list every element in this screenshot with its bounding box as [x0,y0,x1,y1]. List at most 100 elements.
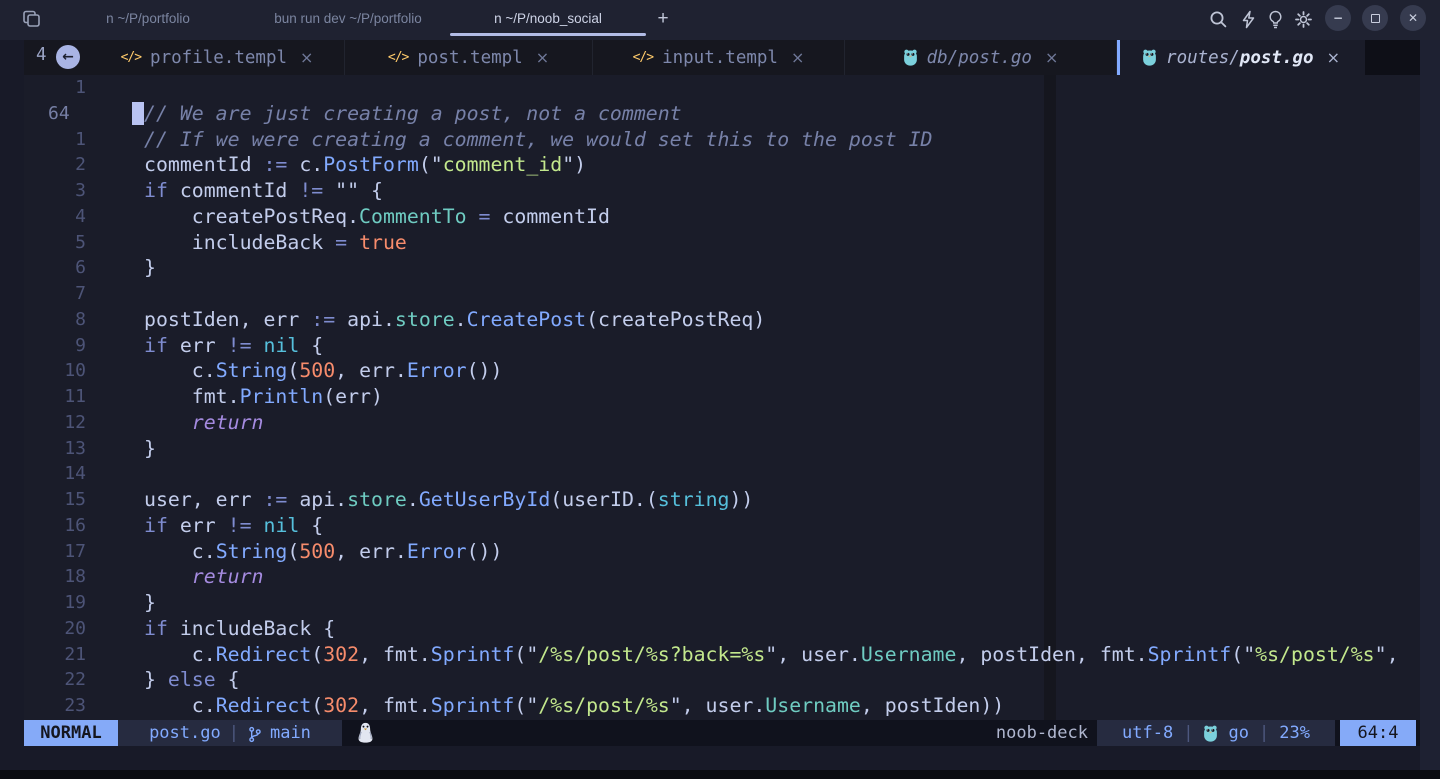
code-line[interactable]: 64// We are just creating a post, not a … [24,101,1420,127]
code-token: c. [144,540,216,563]
code-line[interactable]: 10 c.String(500, err.Error()) [24,358,1420,384]
code-token: Sprintf [431,643,515,666]
gear-icon[interactable] [1293,9,1314,30]
back-button[interactable]: ← [56,45,80,69]
buffer-tab[interactable]: </>input.templ× [593,40,845,75]
line-number: 6 [24,255,86,281]
code-token: CommentTo [359,205,467,228]
buffer-count: 4 [36,45,47,65]
code-token: { [299,514,323,537]
line-number: 15 [24,487,86,513]
code-line[interactable]: 17 c.String(500, err.Error()) [24,539,1420,565]
maximize-icon[interactable] [1362,5,1388,31]
buffer-tab-label: profile.templ [150,48,287,68]
bufferline-filler [1365,40,1420,75]
code-line[interactable]: 18 return [24,564,1420,590]
code-token: %s/post/%s [1255,643,1374,666]
code-line[interactable]: 22} else { [24,667,1420,693]
terminal-tab[interactable]: n ~/P/portfolio [48,0,248,36]
code-token: GetUserById [419,488,550,511]
close-buffer-icon[interactable]: × [791,48,804,67]
code-token: c. [287,153,323,176]
code-line[interactable]: 23 c.Redirect(302, fmt.Sprintf("/%s/post… [24,693,1420,719]
code-line[interactable]: 7 [24,281,1420,307]
code-token: if [144,179,168,202]
line-number: 12 [24,410,86,436]
buffer-tab-label: post.go [1240,48,1314,68]
code-token: string [658,488,730,511]
minimize-icon[interactable]: − [1325,5,1351,31]
code-line[interactable]: 20if includeBack { [24,616,1420,642]
file-name[interactable]: post.go [149,723,221,743]
file-segment: post.go | main [118,720,342,746]
search-icon[interactable] [1208,9,1229,30]
session-name: noob-deck [996,720,1088,746]
segment-separator: | [1183,723,1193,743]
git-branch-icon [247,726,262,743]
code-token: , postIden)) [861,694,1004,717]
code-token: CreatePost [467,308,586,331]
new-tab-button[interactable]: + [648,6,678,32]
code-line[interactable]: 15user, err := api.store.GetUserById(use… [24,487,1420,513]
code-token: String [216,359,288,382]
terminal-tab-label: bun run dev ~/P/portfolio [274,11,421,26]
code-token: := [311,308,335,331]
code-token: return [192,411,264,434]
code-token: } [144,437,156,460]
templ-icon: </> [388,50,408,65]
line-number: 22 [24,667,86,693]
code-line[interactable]: 3if commentId != "" { [24,178,1420,204]
cursor-position: 64:4 [1340,720,1416,746]
editor: 164// We are just creating a post, not a… [24,75,1420,720]
code-line[interactable]: 2commentId := c.PostForm("comment_id") [24,152,1420,178]
buffer-tab[interactable]: routes/post.go× [1117,40,1365,75]
block-cursor [132,102,144,125]
code-line[interactable]: 1// If we were creating a comment, we wo… [24,127,1420,153]
git-branch-name[interactable]: main [270,723,311,743]
segment-separator: | [1259,723,1269,743]
terminal-tab-label: n ~/P/noob_social [494,11,602,26]
linux-penguin-icon [356,722,375,743]
lightbulb-icon[interactable] [1265,9,1286,30]
code-token: , postIden, fmt. [956,643,1147,666]
code-line[interactable]: 11 fmt.Println(err) [24,384,1420,410]
code-line[interactable]: 6} [24,255,1420,281]
code-line[interactable]: 13} [24,436,1420,462]
code-line[interactable]: 5 includeBack = true [24,230,1420,256]
line-number: 11 [24,384,86,410]
code-token: = [479,205,491,228]
code-line[interactable]: 12 return [24,410,1420,436]
code-line[interactable]: 9if err != nil { [24,333,1420,359]
terminal-tab[interactable]: bun run dev ~/P/portfolio [248,0,448,36]
mode-indicator: NORMAL [24,720,118,746]
code-token: if [144,514,168,537]
code-token: return [192,565,264,588]
line-number: 10 [24,358,86,384]
terminal-tab[interactable]: n ~/P/noob_social [448,0,648,36]
close-buffer-icon[interactable]: × [1045,48,1058,67]
buffer-tab[interactable]: </>profile.templ× [90,40,345,75]
buffer-tab[interactable]: </>post.templ× [345,40,593,75]
code-token: store [395,308,455,331]
line-number: 5 [24,230,86,256]
code-token: Error [407,540,467,563]
close-buffer-icon[interactable]: × [536,48,549,67]
code-line[interactable]: 4 createPostReq.CommentTo = commentId [24,204,1420,230]
line-number: 17 [24,539,86,565]
buffer-tab[interactable]: db/post.go× [845,40,1117,75]
code-token: != [228,514,252,537]
close-buffer-icon[interactable]: × [300,48,313,67]
lightning-icon[interactable] [1238,9,1259,30]
active-tab-indicator [1117,40,1120,75]
code-line[interactable]: 19} [24,590,1420,616]
code-token: ( [287,540,299,563]
close-icon[interactable]: ✕ [1400,5,1426,31]
copy-windows-icon[interactable] [20,9,42,29]
code-line[interactable]: 8postIden, err := api.store.CreatePost(c… [24,307,1420,333]
code-line[interactable]: 21 c.Redirect(302, fmt.Sprintf("/%s/post… [24,642,1420,668]
code-line[interactable]: 1 [24,75,1420,101]
code-token: Redirect [216,694,312,717]
code-line[interactable]: 14 [24,461,1420,487]
close-buffer-icon[interactable]: × [1327,48,1340,67]
code-line[interactable]: 16if err != nil { [24,513,1420,539]
